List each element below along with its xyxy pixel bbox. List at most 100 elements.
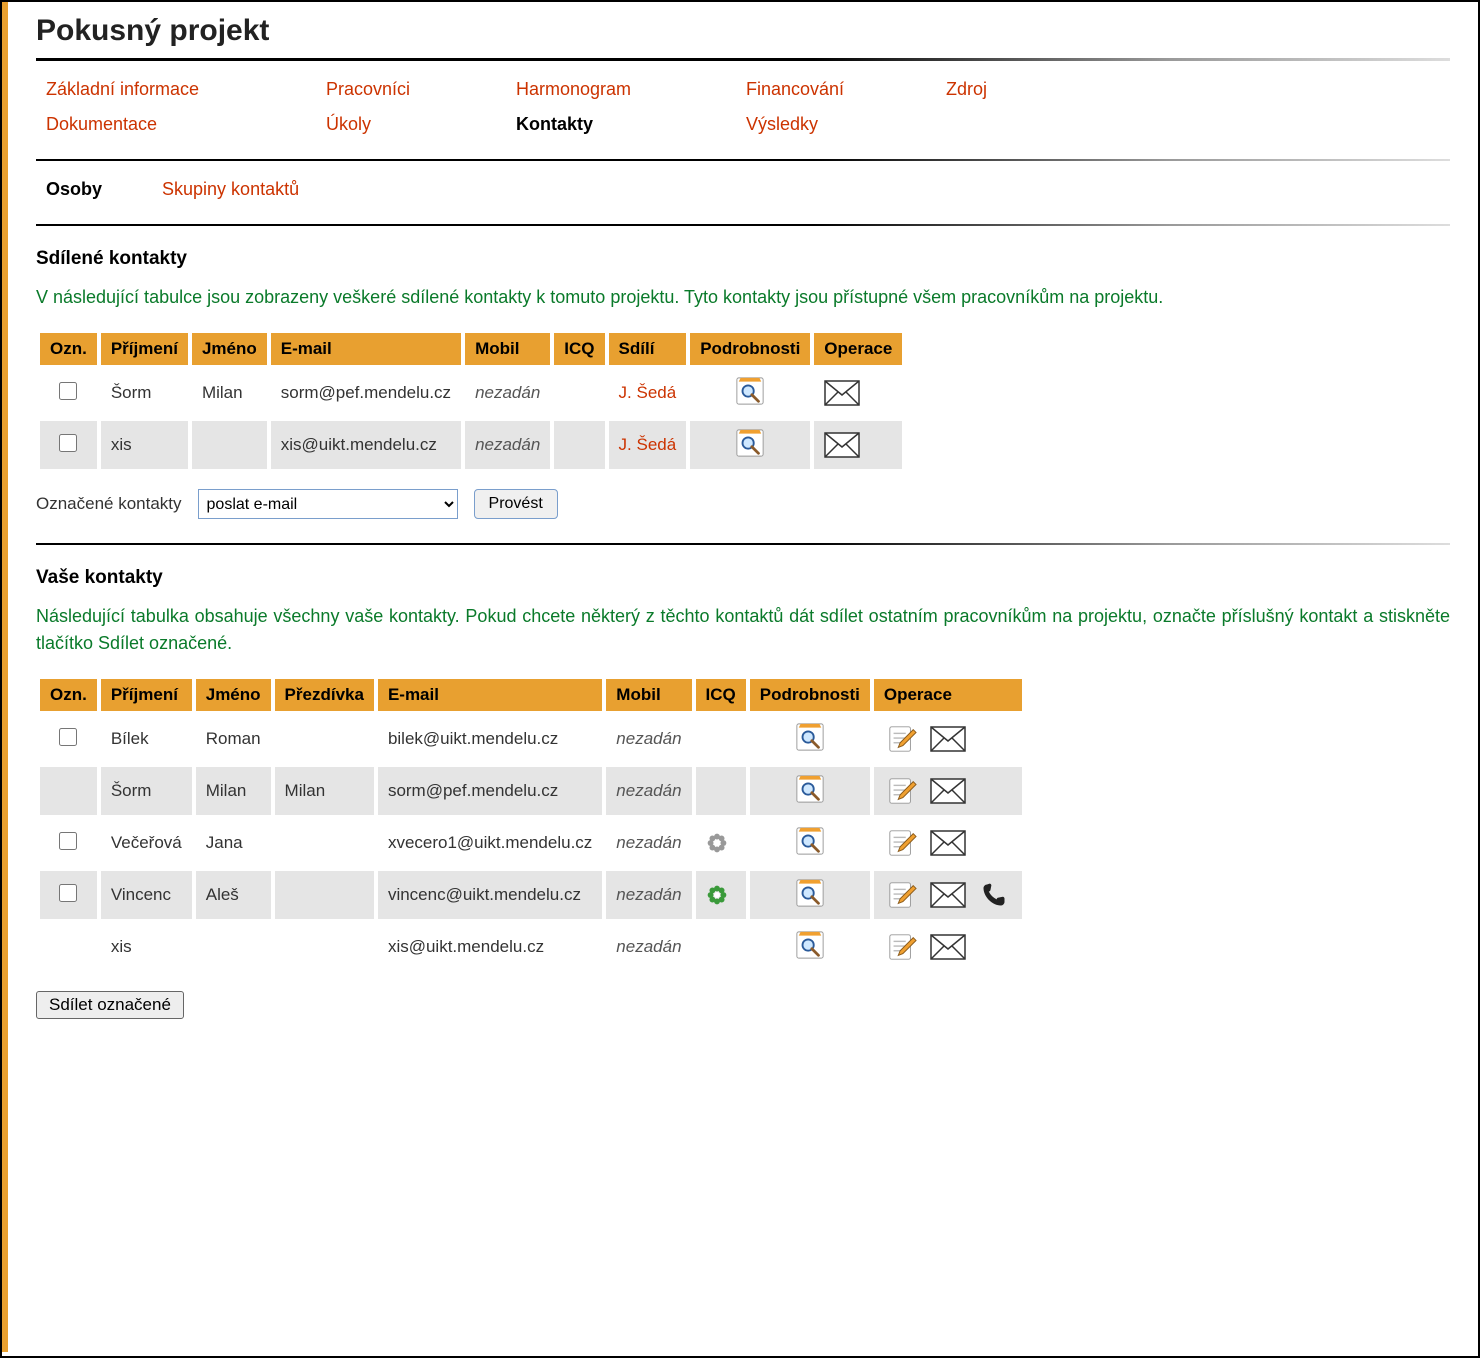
cell-prijmeni: xis: [101, 421, 188, 469]
cell-jmeno: Jana: [196, 819, 271, 867]
col-header: ICQ: [696, 679, 746, 711]
edit-icon[interactable]: [884, 827, 920, 859]
edit-icon[interactable]: [884, 931, 920, 963]
cell-jmeno: Aleš: [196, 871, 271, 919]
mail-icon[interactable]: [930, 775, 966, 807]
cell-jmeno: Milan: [196, 767, 271, 815]
cell-mobil: nezadán: [606, 923, 691, 971]
col-header: Operace: [874, 679, 1022, 711]
col-header: E-mail: [271, 333, 461, 365]
magnify-icon[interactable]: [732, 427, 768, 459]
nav-zdroj[interactable]: Zdroj: [946, 79, 1106, 100]
divider: [36, 543, 1450, 545]
nav-dokumentace[interactable]: Dokumentace: [46, 114, 326, 135]
icq-status-icon: [706, 832, 736, 854]
cell-sdili: J. Šedá: [609, 421, 687, 469]
bulk-action-select[interactable]: poslat e-mail: [198, 489, 458, 519]
cell-prijmeni: Vincenc: [101, 871, 192, 919]
cell-icq: [696, 715, 746, 763]
edit-icon[interactable]: [884, 723, 920, 755]
nav-harmonogram[interactable]: Harmonogram: [516, 79, 746, 100]
mail-icon[interactable]: [930, 931, 966, 963]
table-row: BílekRomanbilek@uikt.mendelu.cznezadán: [40, 715, 1022, 763]
row-checkbox[interactable]: [59, 832, 77, 850]
cell-icq: [696, 923, 746, 971]
cell-jmeno: Milan: [192, 369, 267, 417]
cell-prezdivka: [275, 923, 374, 971]
col-header: Sdílí: [609, 333, 687, 365]
bulk-action-row: Označené kontakty poslat e-mail Provést: [36, 489, 1450, 519]
own-contacts-table: Ozn.PříjmeníJménoPřezdívkaE-mailMobilICQ…: [36, 675, 1026, 975]
magnify-icon[interactable]: [792, 877, 828, 909]
edit-icon[interactable]: [884, 775, 920, 807]
mail-icon[interactable]: [824, 429, 860, 461]
shared-contacts-table: Ozn.PříjmeníJménoE-mailMobilICQSdílíPodr…: [36, 329, 906, 473]
col-header: Jméno: [196, 679, 271, 711]
cell-mobil: nezadán: [465, 369, 550, 417]
magnify-icon[interactable]: [792, 929, 828, 961]
row-checkbox[interactable]: [59, 434, 77, 452]
share-selected-button[interactable]: Sdílet označené: [36, 991, 184, 1019]
cell-email: xis@uikt.mendelu.cz: [271, 421, 461, 469]
col-header: Ozn.: [40, 679, 97, 711]
subnav-skupiny[interactable]: Skupiny kontaktů: [162, 179, 299, 200]
cell-prezdivka: [275, 819, 374, 867]
nav-úkoly[interactable]: Úkoly: [326, 114, 516, 135]
table-row: xis xis@uikt.mendelu.cznezadán J. Šedá: [40, 421, 902, 469]
mail-icon[interactable]: [824, 377, 860, 409]
cell-prijmeni: Večeřová: [101, 819, 192, 867]
cell-prijmeni: Bílek: [101, 715, 192, 763]
cell-email: xvecero1@uikt.mendelu.cz: [378, 819, 602, 867]
edit-icon[interactable]: [884, 879, 920, 911]
col-header: Přezdívka: [275, 679, 374, 711]
col-header: ICQ: [554, 333, 604, 365]
divider: [36, 58, 1450, 61]
col-header: Příjmení: [101, 333, 188, 365]
mail-icon[interactable]: [930, 827, 966, 859]
own-desc: Následující tabulka obsahuje všechny vaš…: [36, 603, 1450, 657]
nav-základní-informace[interactable]: Základní informace: [46, 79, 326, 100]
col-header: Příjmení: [101, 679, 192, 711]
cell-email: vincenc@uikt.mendelu.cz: [378, 871, 602, 919]
magnify-icon[interactable]: [792, 721, 828, 753]
cell-prijmeni: Šorm: [101, 369, 188, 417]
cell-mobil: nezadán: [606, 871, 691, 919]
cell-jmeno: Roman: [196, 715, 271, 763]
subnav: Osoby Skupiny kontaktů: [36, 179, 1450, 200]
row-checkbox[interactable]: [59, 728, 77, 746]
cell-mobil: nezadán: [606, 819, 691, 867]
mail-icon[interactable]: [930, 879, 966, 911]
execute-button[interactable]: Provést: [474, 489, 558, 519]
cell-email: sorm@pef.mendelu.cz: [271, 369, 461, 417]
cell-email: bilek@uikt.mendelu.cz: [378, 715, 602, 763]
subnav-osoby[interactable]: Osoby: [46, 179, 102, 200]
magnify-icon[interactable]: [732, 375, 768, 407]
cell-prezdivka: Milan: [275, 767, 374, 815]
table-row: ŠormMilanMilansorm@pef.mendelu.cznezadán: [40, 767, 1022, 815]
bulk-action-label: Označené kontakty: [36, 494, 182, 514]
nav-pracovníci[interactable]: Pracovníci: [326, 79, 516, 100]
cell-prezdivka: [275, 715, 374, 763]
cell-sdili: J. Šedá: [609, 369, 687, 417]
magnify-icon[interactable]: [792, 773, 828, 805]
row-checkbox[interactable]: [59, 382, 77, 400]
mail-icon[interactable]: [930, 723, 966, 755]
nav-výsledky[interactable]: Výsledky: [746, 114, 946, 135]
own-heading: Vaše kontakty: [36, 567, 1450, 589]
col-header: Jméno: [192, 333, 267, 365]
cell-prijmeni: Šorm: [101, 767, 192, 815]
row-checkbox[interactable]: [59, 884, 77, 902]
cell-mobil: nezadán: [606, 767, 691, 815]
col-header: E-mail: [378, 679, 602, 711]
icq-status-icon: [706, 884, 736, 906]
shared-heading: Sdílené kontakty: [36, 248, 1450, 270]
col-header: Operace: [814, 333, 902, 365]
magnify-icon[interactable]: [792, 825, 828, 857]
col-header: Podrobnosti: [690, 333, 810, 365]
nav-financování[interactable]: Financování: [746, 79, 946, 100]
nav-kontakty: Kontakty: [516, 114, 746, 135]
cell-mobil: nezadán: [465, 421, 550, 469]
cell-icq: [696, 871, 746, 919]
cell-email: xis@uikt.mendelu.cz: [378, 923, 602, 971]
phone-icon[interactable]: [976, 879, 1012, 911]
